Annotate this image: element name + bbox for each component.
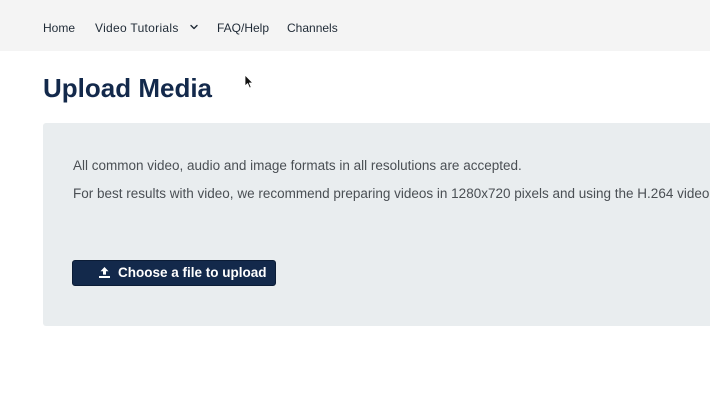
chevron-down-icon[interactable] bbox=[189, 21, 199, 33]
upload-icon bbox=[99, 267, 110, 278]
nav-item-channels[interactable]: Channels bbox=[287, 20, 338, 36]
nav-item-faq-help[interactable]: FAQ/Help bbox=[217, 20, 269, 36]
mouse-pointer-icon bbox=[244, 74, 254, 89]
choose-file-upload-button[interactable]: Choose a file to upload bbox=[72, 260, 276, 286]
top-navigation-bar: Home Video Tutorials FAQ/Help Channels bbox=[0, 0, 710, 51]
recommendation-info-text: For best results with video, we recommen… bbox=[73, 186, 710, 201]
formats-info-text: All common video, audio and image format… bbox=[73, 158, 522, 173]
page-title: Upload Media bbox=[43, 73, 213, 103]
upload-panel: All common video, audio and image format… bbox=[43, 123, 710, 326]
nav-item-home[interactable]: Home bbox=[43, 20, 75, 36]
nav-item-video-tutorials[interactable]: Video Tutorials bbox=[95, 20, 179, 36]
upload-button-label: Choose a file to upload bbox=[118, 265, 267, 280]
